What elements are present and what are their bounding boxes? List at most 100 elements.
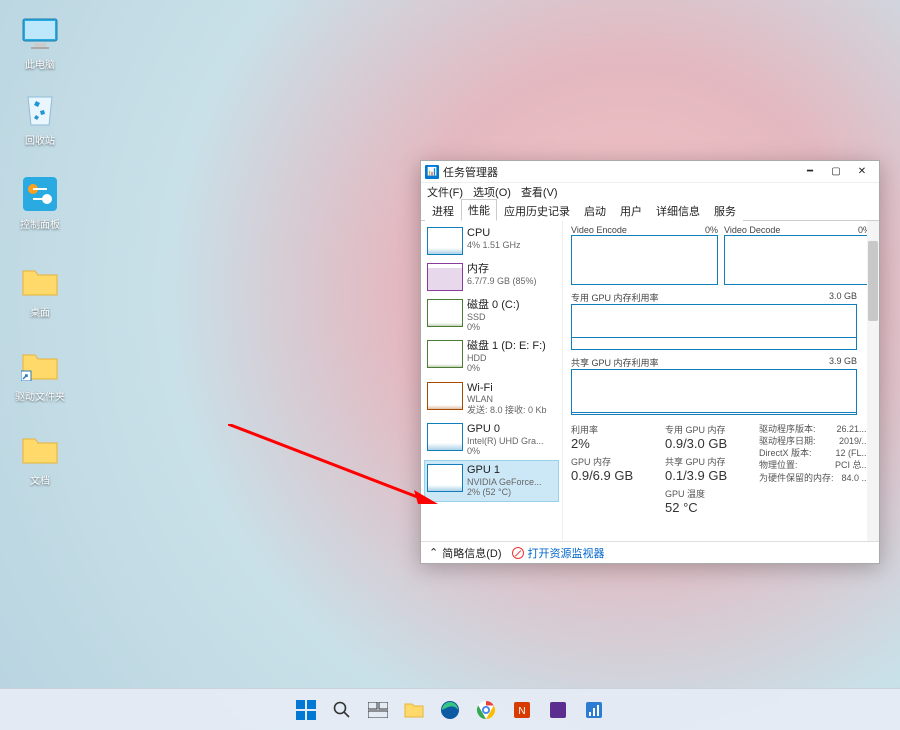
open-resource-monitor-link[interactable]: 打开资源监视器 bbox=[512, 545, 605, 561]
tab-processes[interactable]: 进程 bbox=[425, 200, 461, 221]
icon-label: 控制面板 bbox=[20, 216, 60, 231]
control-panel-icon bbox=[20, 174, 60, 214]
task-manager-window: 📊 任务管理器 ━ ▢ ✕ 文件(F) 选项(O) 查看(V) 进程 性能 应用… bbox=[420, 160, 880, 564]
dedicated-value: 0.9/3.0 GB bbox=[665, 436, 753, 451]
sidebar-item-wifi[interactable]: Wi-Fi WLAN 发送: 8.0 接收: 0 Kb bbox=[424, 378, 559, 419]
wifi-sub: WLAN bbox=[467, 394, 547, 404]
memory-thumb bbox=[427, 263, 463, 291]
edge-button[interactable] bbox=[434, 694, 466, 726]
video-encode-graph[interactable]: Video Encode 0% bbox=[571, 225, 718, 285]
dedicated-mem-max: 3.0 GB bbox=[829, 291, 857, 304]
performance-sidebar[interactable]: CPU 4% 1.51 GHz 内存 6.7/7.9 GB (85%) 磁盘 0… bbox=[421, 221, 563, 541]
menu-options[interactable]: 选项(O) bbox=[473, 184, 511, 200]
icon-label: 驱动文件夹 bbox=[15, 388, 65, 403]
desktop-icon-recycle-bin[interactable]: 回收站 bbox=[10, 90, 70, 147]
sidebar-item-gpu-1[interactable]: GPU 1 NVIDIA GeForce... 2% (52 °C) bbox=[424, 460, 559, 501]
video-encode-label: Video Encode bbox=[571, 225, 627, 235]
desktop-icon-folder-2[interactable]: 驱动文件夹 bbox=[10, 346, 70, 403]
shared-label: 共享 GPU 内存 bbox=[665, 455, 753, 468]
gpu1-sub: NVIDIA GeForce... bbox=[467, 477, 542, 487]
folder-icon bbox=[20, 430, 60, 470]
wifi-rate: 发送: 8.0 接收: 0 Kb bbox=[467, 405, 547, 415]
tab-details[interactable]: 详细信息 bbox=[649, 200, 707, 221]
gpu-thumb bbox=[427, 423, 463, 451]
gpu1-title: GPU 1 bbox=[467, 464, 542, 477]
icon-label: 文档 bbox=[30, 472, 50, 487]
tab-users[interactable]: 用户 bbox=[613, 200, 649, 221]
wifi-title: Wi-Fi bbox=[467, 382, 547, 395]
video-decode-label: Video Decode bbox=[724, 225, 780, 235]
icon-label: 桌面 bbox=[30, 304, 50, 319]
icon-label: 回收站 bbox=[25, 132, 55, 147]
spec-location: PCI 总... bbox=[835, 459, 869, 471]
util-label: 利用率 bbox=[571, 423, 659, 436]
maximize-button[interactable]: ▢ bbox=[823, 162, 849, 182]
dedicated-label: 专用 GPU 内存 bbox=[665, 423, 753, 436]
window-title: 任务管理器 bbox=[443, 164, 797, 180]
annotation-arrow bbox=[228, 424, 438, 504]
gpu0-sub: Intel(R) UHD Gra... bbox=[467, 436, 544, 446]
gpu0-title: GPU 0 bbox=[467, 423, 544, 436]
util-value: 2% bbox=[571, 436, 659, 451]
start-button[interactable] bbox=[290, 694, 322, 726]
sidebar-item-gpu-0[interactable]: GPU 0 Intel(R) UHD Gra... 0% bbox=[424, 419, 559, 460]
close-button[interactable]: ✕ bbox=[849, 162, 875, 182]
footer: ⌃简略信息(D) 打开资源监视器 bbox=[421, 541, 879, 563]
sidebar-item-memory[interactable]: 内存 6.7/7.9 GB (85%) bbox=[424, 259, 559, 295]
gpu1-pct: 2% (52 °C) bbox=[467, 487, 542, 497]
tab-services[interactable]: 服务 bbox=[707, 200, 743, 221]
sidebar-item-disk-1[interactable]: 磁盘 1 (D: E: F:) HDD 0% bbox=[424, 336, 559, 377]
shared-mem-label: 共享 GPU 内存利用率 bbox=[571, 356, 659, 369]
temp-value: 52 °C bbox=[665, 500, 753, 515]
pc-icon bbox=[20, 14, 60, 54]
app-button-2[interactable] bbox=[542, 694, 574, 726]
task-view-button[interactable] bbox=[362, 694, 394, 726]
shared-value: 0.1/3.9 GB bbox=[665, 468, 753, 483]
recycle-bin-icon bbox=[20, 90, 60, 130]
spec-directx-label: DirectX 版本: bbox=[759, 447, 812, 459]
taskbar[interactable]: N bbox=[0, 688, 900, 730]
brief-info-toggle[interactable]: ⌃简略信息(D) bbox=[429, 545, 502, 561]
spec-driver-date: 2019/... bbox=[839, 435, 869, 447]
prohibit-icon bbox=[512, 547, 524, 559]
menu-file[interactable]: 文件(F) bbox=[427, 184, 463, 200]
disk-thumb bbox=[427, 299, 463, 327]
chrome-button[interactable] bbox=[470, 694, 502, 726]
spec-driver-ver: 26.21.... bbox=[836, 423, 869, 435]
minimize-button[interactable]: ━ bbox=[797, 162, 823, 182]
sidebar-item-cpu[interactable]: CPU 4% 1.51 GHz bbox=[424, 223, 559, 259]
desktop-icon-control-panel[interactable]: 控制面板 bbox=[10, 174, 70, 231]
video-decode-graph[interactable]: Video Decode 0% bbox=[724, 225, 871, 285]
dedicated-mem-graph[interactable] bbox=[571, 304, 857, 350]
tab-startup[interactable]: 启动 bbox=[577, 200, 613, 221]
svg-text:N: N bbox=[518, 706, 525, 717]
sidebar-item-disk-0[interactable]: 磁盘 0 (C:) SSD 0% bbox=[424, 295, 559, 336]
cpu-thumb bbox=[427, 227, 463, 255]
app-icon: 📊 bbox=[425, 165, 439, 179]
gpu-mem-label: GPU 内存 bbox=[571, 455, 659, 468]
scrollbar[interactable] bbox=[867, 221, 879, 541]
memory-title: 内存 bbox=[467, 263, 537, 276]
temp-label: GPU 温度 bbox=[665, 487, 753, 500]
folder-shortcut-icon bbox=[20, 346, 60, 386]
spec-location-label: 物理位置: bbox=[759, 459, 798, 471]
disk1-sub: HDD bbox=[467, 353, 546, 363]
shared-mem-graph[interactable] bbox=[571, 369, 857, 415]
desktop-icon-folder-3[interactable]: 文档 bbox=[10, 430, 70, 487]
shared-mem-max: 3.9 GB bbox=[829, 356, 857, 369]
tab-performance[interactable]: 性能 bbox=[461, 199, 497, 221]
app-button-3[interactable] bbox=[578, 694, 610, 726]
menu-view[interactable]: 查看(V) bbox=[521, 184, 558, 200]
gpu-mem-value: 0.9/6.9 GB bbox=[571, 468, 659, 483]
search-button[interactable] bbox=[326, 694, 358, 726]
tab-app-history[interactable]: 应用历史记录 bbox=[497, 200, 577, 221]
disk0-pct: 0% bbox=[467, 322, 520, 332]
spec-driver-date-label: 驱动程序日期: bbox=[759, 435, 816, 447]
desktop-icon-this-pc[interactable]: 此电脑 bbox=[10, 14, 70, 71]
cpu-sub: 4% 1.51 GHz bbox=[467, 240, 521, 250]
titlebar[interactable]: 📊 任务管理器 ━ ▢ ✕ bbox=[421, 161, 879, 183]
app-button-1[interactable]: N bbox=[506, 694, 538, 726]
icon-label: 此电脑 bbox=[25, 56, 55, 71]
desktop-icon-folder-1[interactable]: 桌面 bbox=[10, 262, 70, 319]
explorer-button[interactable] bbox=[398, 694, 430, 726]
